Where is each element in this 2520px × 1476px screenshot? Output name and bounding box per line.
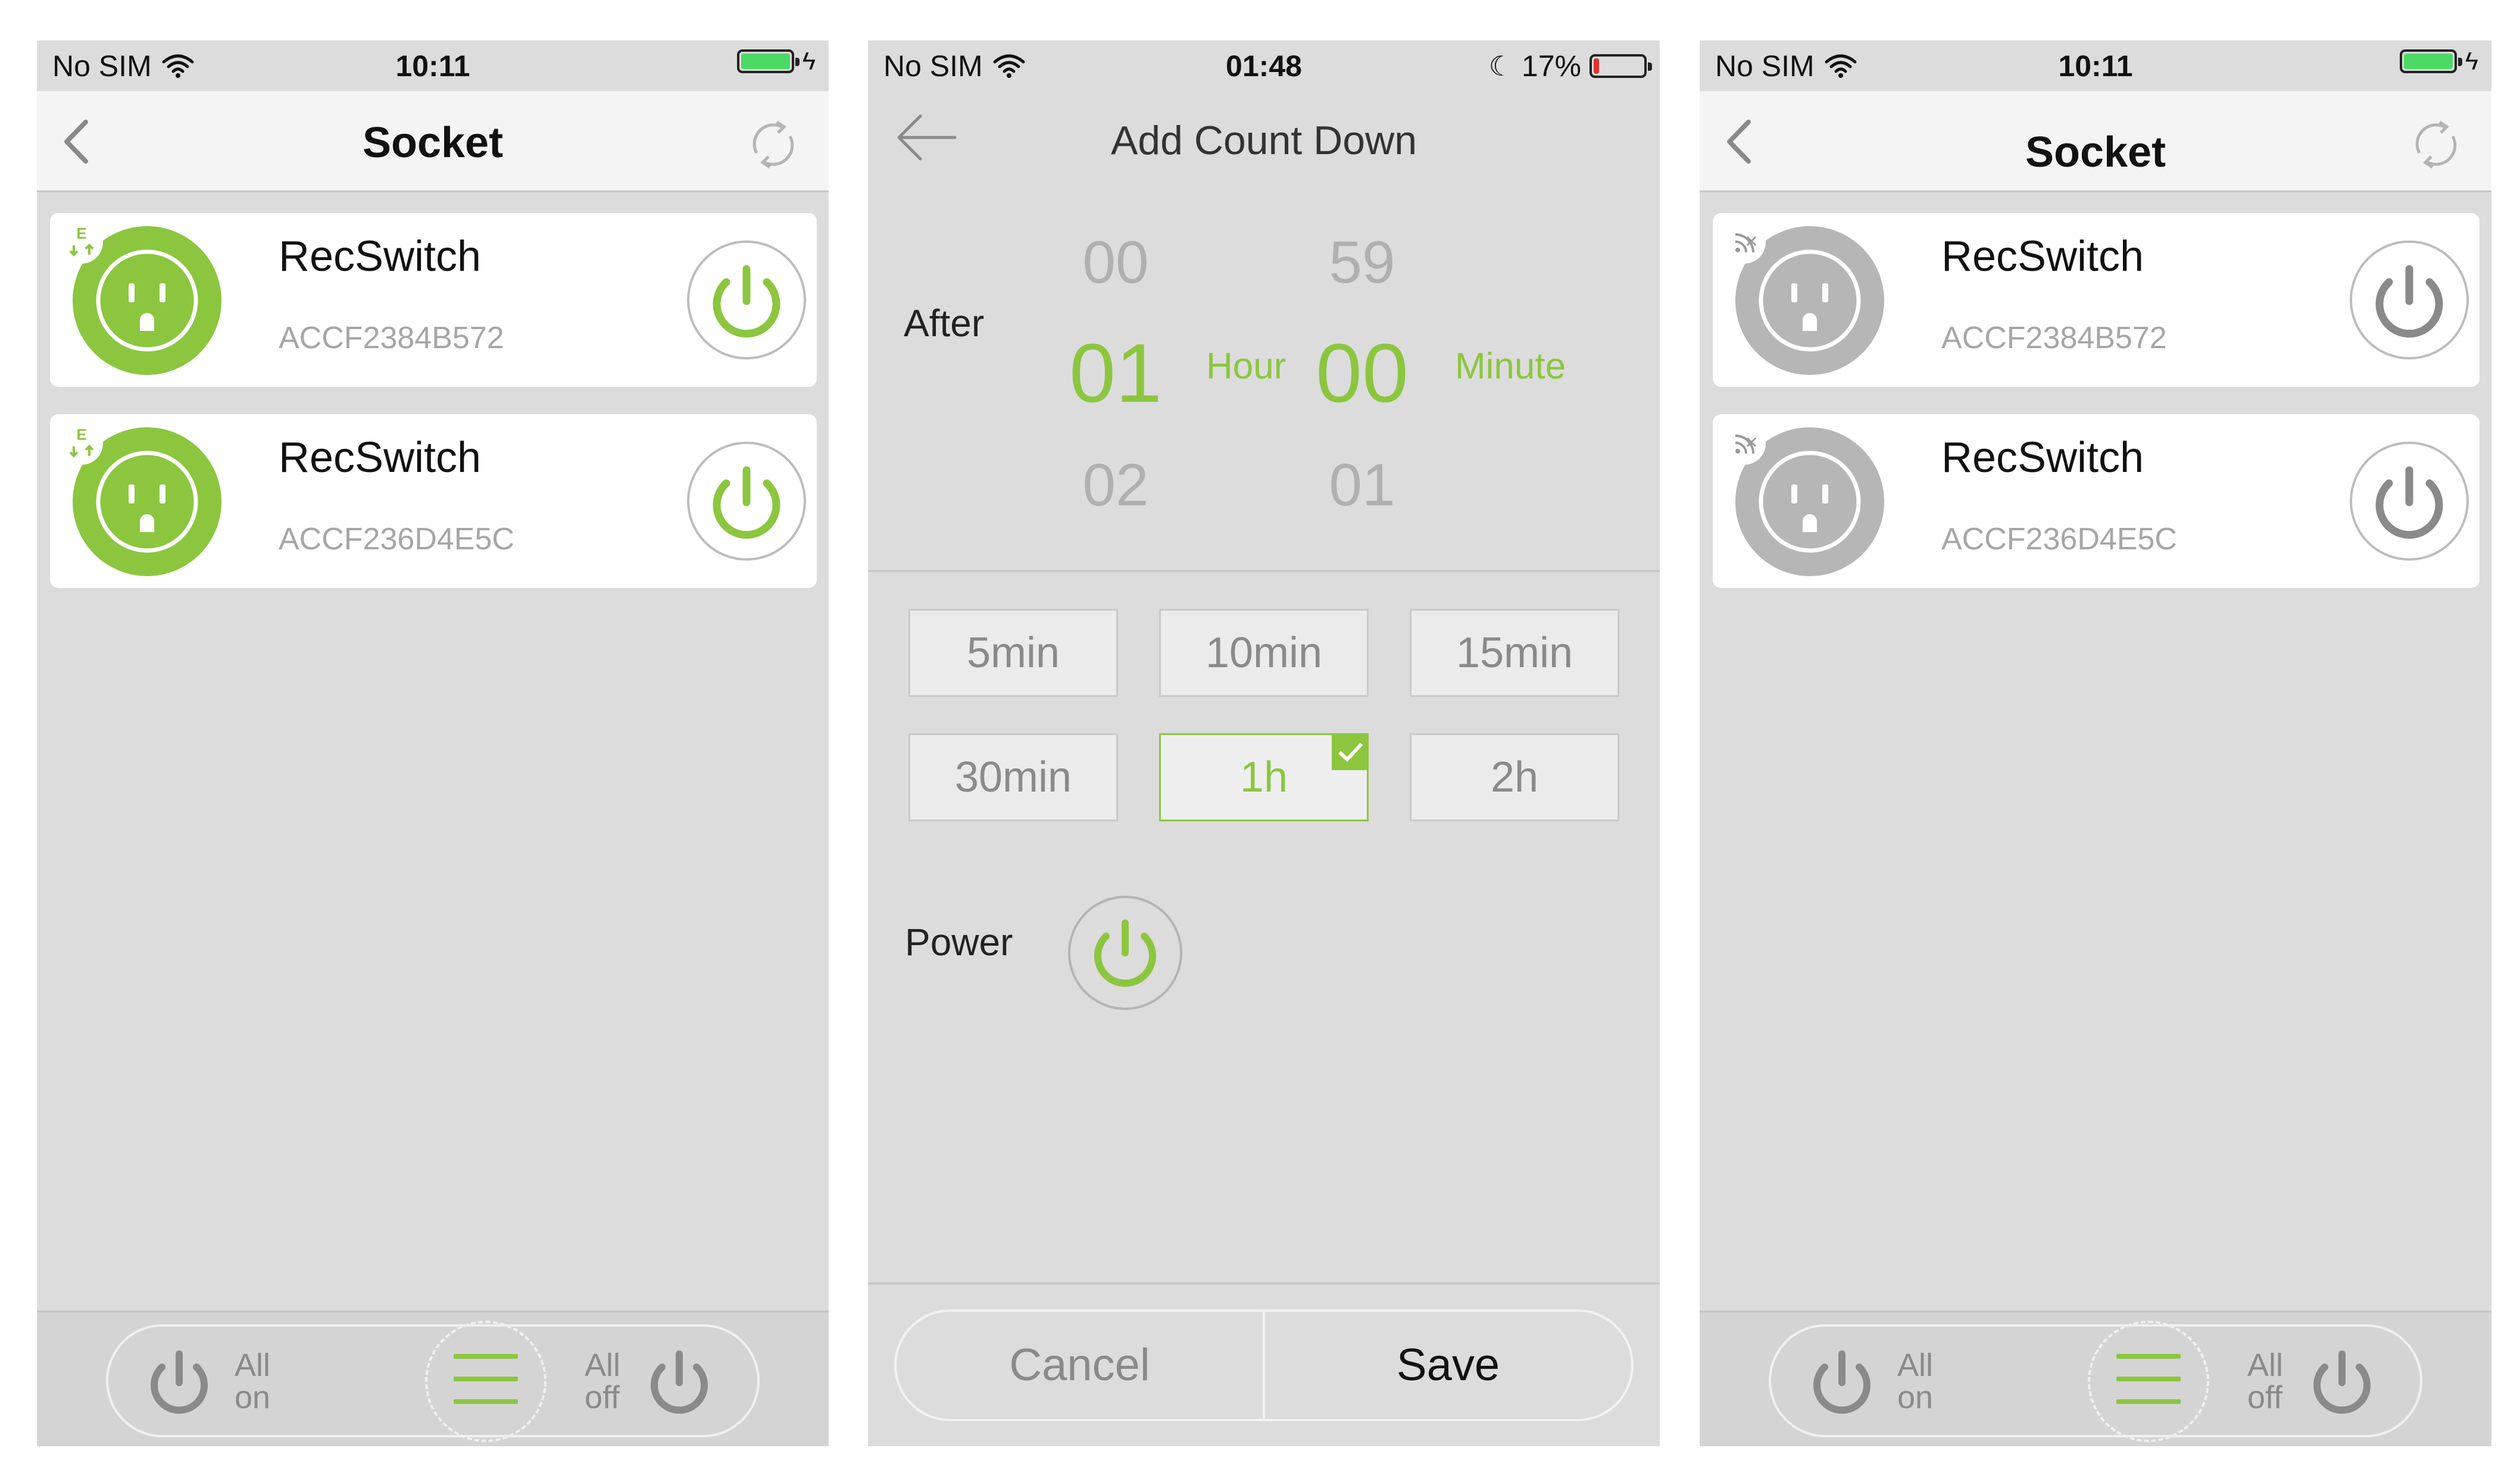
power-toggle-icon[interactable] bbox=[686, 440, 807, 562]
minute-option-selected: 00 bbox=[1316, 326, 1409, 420]
device-mac: ACCF236D4E5C bbox=[279, 522, 514, 556]
preset-1h[interactable]: 1h bbox=[1159, 733, 1369, 821]
nav-bar: Socket bbox=[1700, 91, 2491, 192]
bottom-bar: All on All off bbox=[37, 1311, 829, 1446]
socket-screen-online: No SIM 10:11 ϟ Socket E RecSwitch ACCF23… bbox=[37, 40, 829, 1446]
device-name: RecSwitch bbox=[279, 434, 482, 481]
device-card[interactable]: RecSwitch ACCF236D4E5C bbox=[1713, 414, 2480, 588]
preset-15min[interactable]: 15min bbox=[1410, 609, 1619, 697]
offline-badge-icon bbox=[1723, 221, 1766, 264]
status-bar: No SIM 01:48 ☾ 17% bbox=[868, 40, 1660, 91]
device-mac: ACCF2384B572 bbox=[279, 321, 504, 355]
svg-text:E: E bbox=[76, 224, 86, 242]
power-icon bbox=[1813, 1350, 1871, 1414]
battery-percent: 17% bbox=[1521, 49, 1581, 83]
socket-screen-offline: No SIM 10:11 ϟ Socket RecSwitch ACCF2384… bbox=[1700, 40, 2491, 1446]
menu-icon bbox=[454, 1354, 518, 1422]
device-card[interactable]: RecSwitch ACCF2384B572 bbox=[1713, 213, 2480, 387]
all-on-label-2: on bbox=[235, 1380, 271, 1415]
bulk-control-pill: All on All off bbox=[1769, 1321, 2422, 1442]
minute-option-below: 01 bbox=[1329, 452, 1395, 518]
preset-1h-label: 1h bbox=[1239, 753, 1288, 801]
svg-text:E: E bbox=[76, 426, 86, 443]
preset-10min[interactable]: 10min bbox=[1159, 609, 1369, 697]
offline-badge-icon bbox=[1723, 422, 1766, 465]
moon-icon: ☾ bbox=[1488, 51, 1513, 82]
battery-icon bbox=[1590, 54, 1652, 78]
action-bar: Cancel Save bbox=[868, 1283, 1660, 1446]
all-off-label-1: All bbox=[2247, 1347, 2284, 1383]
hour-option-below: 02 bbox=[1082, 452, 1149, 518]
preset-30min[interactable]: 30min bbox=[908, 733, 1118, 821]
device-name: RecSwitch bbox=[1941, 233, 2144, 280]
add-countdown-screen: No SIM 01:48 ☾ 17% Add Count Down After … bbox=[868, 40, 1660, 1446]
power-icon bbox=[2313, 1350, 2371, 1414]
preset-5min[interactable]: 5min bbox=[908, 609, 1118, 697]
save-button[interactable]: Save bbox=[1265, 1312, 1631, 1419]
page-title: Add Count Down bbox=[1110, 118, 1417, 163]
page-title: Socket bbox=[362, 119, 504, 167]
menu-button[interactable] bbox=[2088, 1321, 2209, 1442]
all-on-label-1: All bbox=[1897, 1347, 1934, 1383]
power-label: Power bbox=[905, 921, 1013, 964]
charging-icon: ϟ bbox=[2465, 47, 2478, 75]
divider bbox=[868, 570, 1660, 572]
checkmark-icon bbox=[1332, 733, 1369, 770]
preset-2h[interactable]: 2h bbox=[1410, 733, 1619, 821]
device-name: RecSwitch bbox=[279, 233, 482, 280]
all-on-label-2: on bbox=[1897, 1380, 1934, 1415]
bulk-control-pill: All on All off bbox=[106, 1321, 760, 1442]
minute-unit-label: Minute bbox=[1455, 346, 1566, 387]
power-toggle-icon[interactable] bbox=[686, 239, 807, 361]
power-toggle-icon[interactable] bbox=[2349, 239, 2470, 361]
energy-badge-icon: E bbox=[60, 221, 103, 264]
bottom-bar: All on All off bbox=[1700, 1311, 2491, 1446]
energy-badge-icon: E bbox=[60, 422, 103, 465]
page-title: Socket bbox=[2025, 129, 2166, 176]
after-label: After bbox=[904, 302, 985, 345]
refresh-icon[interactable] bbox=[2407, 116, 2465, 173]
status-time: 10:11 bbox=[2058, 49, 2133, 83]
cancel-button[interactable]: Cancel bbox=[897, 1312, 1265, 1419]
device-card[interactable]: E RecSwitch ACCF2384B572 bbox=[50, 213, 817, 387]
charging-icon: ϟ bbox=[802, 47, 816, 75]
hour-option-selected: 01 bbox=[1069, 326, 1162, 420]
all-off-button[interactable]: All off bbox=[2247, 1343, 2444, 1421]
menu-icon bbox=[2116, 1354, 2181, 1422]
hour-option-above: 00 bbox=[1082, 229, 1149, 296]
power-icon bbox=[651, 1350, 708, 1414]
status-bar: No SIM 10:11 ϟ bbox=[37, 40, 829, 91]
all-off-label-2: off bbox=[2247, 1380, 2283, 1415]
battery-icon bbox=[736, 49, 800, 73]
device-mac: ACCF236D4E5C bbox=[1941, 522, 2177, 556]
refresh-icon[interactable] bbox=[745, 116, 802, 173]
all-off-button[interactable]: All off bbox=[585, 1343, 781, 1421]
power-toggle-icon[interactable] bbox=[2349, 440, 2470, 562]
action-buttons: Cancel Save bbox=[894, 1309, 1634, 1421]
menu-button[interactable] bbox=[425, 1321, 547, 1442]
all-on-button[interactable]: All on bbox=[1801, 1343, 1997, 1421]
nav-bar: Add Count Down bbox=[868, 91, 1660, 186]
power-toggle-icon[interactable] bbox=[1067, 895, 1184, 1011]
minute-option-above: 59 bbox=[1329, 229, 1395, 296]
status-bar: No SIM 10:11 ϟ bbox=[1700, 40, 2491, 91]
nav-bar: Socket bbox=[37, 91, 829, 192]
hour-unit-label: Hour bbox=[1206, 346, 1286, 387]
battery-icon bbox=[2399, 49, 2462, 73]
device-mac: ACCF2384B572 bbox=[1941, 321, 2167, 355]
device-card[interactable]: E RecSwitch ACCF236D4E5C bbox=[50, 414, 817, 588]
status-time: 10:11 bbox=[395, 49, 470, 83]
device-name: RecSwitch bbox=[1941, 434, 2144, 481]
all-on-button[interactable]: All on bbox=[138, 1343, 335, 1421]
power-icon bbox=[151, 1350, 208, 1414]
all-off-label-2: off bbox=[585, 1380, 620, 1415]
all-on-label-1: All bbox=[235, 1347, 271, 1383]
all-off-label-1: All bbox=[585, 1347, 621, 1383]
